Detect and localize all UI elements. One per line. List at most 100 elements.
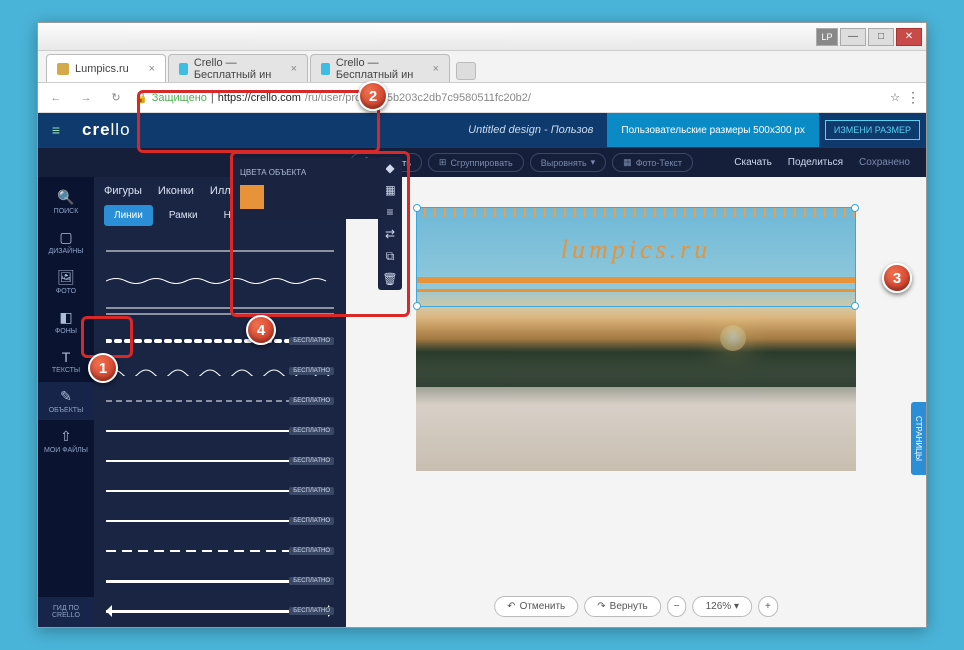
cat-icons[interactable]: Иконки bbox=[158, 185, 194, 197]
close-button[interactable]: ✕ bbox=[896, 28, 922, 46]
redo-button[interactable]: ↷ Вернуть bbox=[584, 596, 661, 617]
nav-backgrounds[interactable]: ◧ФОНЫ bbox=[38, 303, 94, 341]
favicon-icon bbox=[179, 63, 188, 75]
app-body: 🔍ПОИСК ▢ДИЗАЙНЫ 🖼ФОТО ◧ФОНЫ TТЕКСТЫ ✎ОБЪ… bbox=[38, 177, 926, 627]
lines-list: БЕСПЛАТНО БЕСПЛАТНО БЕСПЛАТНО БЕСПЛАТНО … bbox=[94, 234, 346, 627]
cat-frames[interactable]: Рамки bbox=[159, 205, 208, 226]
list-item[interactable]: БЕСПЛАТНО bbox=[106, 538, 334, 564]
objects-icon: ✎ bbox=[38, 388, 94, 405]
cat-lines[interactable]: Линии bbox=[104, 205, 153, 226]
app-header: ≡ crello Untitled design - Пользов Польз… bbox=[38, 113, 926, 147]
transparency-icon[interactable]: ▦ bbox=[384, 183, 395, 197]
back-button[interactable]: ← bbox=[44, 86, 68, 110]
resize-handle[interactable] bbox=[413, 302, 421, 310]
secure-label: Защищено bbox=[152, 92, 207, 104]
menu-icon[interactable]: ≡ bbox=[38, 122, 74, 138]
list-item[interactable] bbox=[106, 268, 334, 294]
list-item[interactable]: БЕСПЛАТНО bbox=[106, 478, 334, 504]
left-nav: 🔍ПОИСК ▢ДИЗАЙНЫ 🖼ФОТО ◧ФОНЫ TТЕКСТЫ ✎ОБЪ… bbox=[38, 177, 94, 627]
new-tab-button[interactable] bbox=[456, 62, 476, 80]
bookmark-icon[interactable]: ☆ bbox=[890, 91, 900, 104]
color-popover: ЦВЕТА ОБЪЕКТА bbox=[230, 158, 386, 219]
list-item[interactable] bbox=[106, 238, 334, 264]
resize-handle[interactable] bbox=[851, 204, 859, 212]
design-title[interactable]: Untitled design - Пользов bbox=[454, 124, 607, 136]
saved-status: Сохранено bbox=[859, 157, 910, 168]
selection-box[interactable] bbox=[416, 207, 856, 307]
nav-files[interactable]: ⇧МОИ ФАЙЛЫ bbox=[38, 422, 94, 460]
resize-button[interactable]: ИЗМЕНИ РАЗМЕР bbox=[825, 120, 920, 140]
list-item[interactable]: БЕСПЛАТНО bbox=[106, 358, 334, 384]
minimize-button[interactable]: — bbox=[840, 28, 866, 46]
cat-shapes[interactable]: Фигуры bbox=[104, 185, 142, 197]
tab-lumpics[interactable]: Lumpics.ru × bbox=[46, 54, 166, 82]
tab-crello-1[interactable]: Crello — Бесплатный ин × bbox=[168, 54, 308, 82]
free-badge: БЕСПЛАТНО bbox=[289, 607, 334, 615]
tab-crello-2[interactable]: Crello — Бесплатный ин × bbox=[310, 54, 450, 82]
list-item[interactable] bbox=[106, 298, 334, 324]
zoom-in-button[interactable]: + bbox=[758, 596, 778, 617]
design-canvas[interactable]: lumpics.ru bbox=[416, 207, 856, 471]
resize-handle[interactable] bbox=[413, 204, 421, 212]
tab-close-icon[interactable]: × bbox=[149, 63, 155, 75]
reload-button[interactable]: ↻ bbox=[104, 86, 128, 110]
list-item[interactable]: БЕСПЛАТНО bbox=[106, 388, 334, 414]
maximize-button[interactable]: □ bbox=[868, 28, 894, 46]
browser-menu-icon[interactable]: ⋮ bbox=[906, 89, 920, 106]
url-field[interactable]: 🔒 Защищено | https://crello.com/ru/user/… bbox=[134, 91, 884, 104]
share-link[interactable]: Поделиться bbox=[788, 157, 843, 168]
flip-icon[interactable]: ⇄ bbox=[385, 227, 395, 241]
lp-badge: LP bbox=[816, 28, 838, 46]
delete-icon[interactable]: 🗑 bbox=[382, 272, 397, 286]
free-badge: БЕСПЛАТНО bbox=[289, 487, 334, 495]
copy-icon[interactable]: ⧉ bbox=[386, 249, 395, 264]
url-host: https://crello.com bbox=[218, 92, 301, 104]
callout-3: 3 bbox=[882, 263, 912, 293]
list-item[interactable]: БЕСПЛАТНО bbox=[106, 568, 334, 594]
nav-search[interactable]: 🔍ПОИСК bbox=[38, 183, 94, 221]
fill-icon[interactable]: ◆ bbox=[385, 161, 394, 175]
tab-title: Lumpics.ru bbox=[75, 63, 129, 75]
nav-texts[interactable]: TТЕКСТЫ bbox=[38, 343, 94, 380]
nav-objects[interactable]: ✎ОБЪЕКТЫ bbox=[38, 382, 94, 420]
undo-button[interactable]: ↶ Отменить bbox=[494, 596, 578, 617]
list-item[interactable]: БЕСПЛАТНО bbox=[106, 418, 334, 444]
group-button[interactable]: ⊞ Сгруппировать bbox=[428, 153, 524, 172]
tab-close-icon[interactable]: × bbox=[433, 63, 439, 75]
tab-title: Crello — Бесплатный ин bbox=[194, 57, 285, 81]
guide-link[interactable]: ГИД ПО CRELLO bbox=[38, 597, 94, 627]
context-toolbar: 🔒 Закрыть ⊞ Сгруппировать Выровнять ▾ ▦ … bbox=[38, 147, 926, 177]
callout-4: 4 bbox=[246, 315, 276, 345]
crello-app: ≡ crello Untitled design - Пользов Польз… bbox=[38, 113, 926, 627]
trees-graphic bbox=[416, 307, 856, 387]
free-badge: БЕСПЛАТНО bbox=[289, 577, 334, 585]
favicon-icon bbox=[57, 63, 69, 75]
align-button[interactable]: Выровнять ▾ bbox=[530, 153, 606, 172]
logo: crello bbox=[82, 120, 131, 140]
resize-handle[interactable] bbox=[851, 302, 859, 310]
zoom-level[interactable]: 126% ▾ bbox=[693, 596, 752, 617]
canvas-area[interactable]: lumpics.ru ↶ Отменить ↷ Вернуть − bbox=[346, 177, 926, 627]
favicon-icon bbox=[321, 63, 330, 75]
free-badge: БЕСПЛАТНО bbox=[289, 517, 334, 525]
forward-button[interactable]: → bbox=[74, 86, 98, 110]
zoom-out-button[interactable]: − bbox=[667, 596, 687, 617]
pages-tab[interactable]: СТРАНИЦЫ bbox=[911, 402, 926, 475]
nav-photo[interactable]: 🖼ФОТО bbox=[38, 263, 94, 301]
nav-designs[interactable]: ▢ДИЗАЙНЫ bbox=[38, 223, 94, 261]
color-popover-title: ЦВЕТА ОБЪЕКТА bbox=[240, 168, 376, 177]
list-item[interactable]: БЕСПЛАТНО bbox=[106, 448, 334, 474]
url-path: /ru/user/projects/5b203c2db7c9580511fc20… bbox=[305, 92, 531, 104]
layers-icon[interactable]: ≡ bbox=[386, 205, 393, 219]
tab-close-icon[interactable]: × bbox=[291, 63, 297, 75]
download-link[interactable]: Скачать bbox=[734, 157, 772, 168]
color-swatch[interactable] bbox=[240, 185, 264, 209]
text-icon: T bbox=[38, 349, 94, 365]
free-badge: БЕСПЛАТНО bbox=[289, 337, 334, 345]
list-item[interactable]: БЕСПЛАТНО bbox=[106, 598, 334, 624]
list-item[interactable]: БЕСПЛАТНО bbox=[106, 508, 334, 534]
objects-panel: Фигуры Иконки Иллюстрации Линии Рамки На… bbox=[94, 177, 346, 627]
list-item[interactable]: БЕСПЛАТНО bbox=[106, 328, 334, 354]
designs-icon: ▢ bbox=[38, 229, 94, 246]
phototext-button[interactable]: ▦ Фото-Текст bbox=[612, 153, 693, 172]
